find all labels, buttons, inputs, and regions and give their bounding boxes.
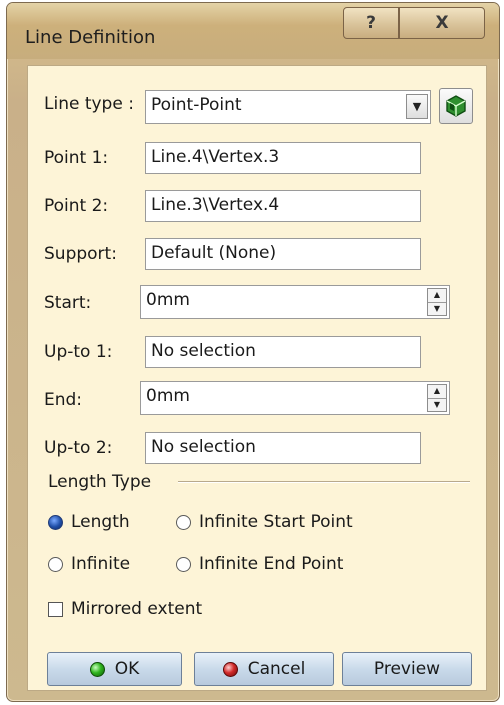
cube-icon: [446, 95, 466, 117]
radio-infinite-end[interactable]: Infinite End Point: [176, 554, 343, 574]
end-label: End:: [44, 390, 83, 410]
radio-infinite[interactable]: Infinite: [48, 554, 130, 574]
support-label: Support:: [44, 244, 117, 264]
ok-button[interactable]: OK: [47, 652, 182, 686]
line-type-label: Line type :: [44, 94, 134, 114]
preview-button[interactable]: Preview: [342, 652, 472, 686]
radio-icon[interactable]: [48, 556, 63, 572]
dialog-body: Line type : Point-Point ▼ Point 1: Line.…: [27, 65, 487, 691]
checkbox-icon[interactable]: [48, 601, 63, 617]
end-field[interactable]: 0mm ▲ ▼: [140, 381, 450, 415]
start-field[interactable]: 0mm ▲ ▼: [140, 285, 450, 319]
radio-infinite-start[interactable]: Infinite Start Point: [176, 512, 353, 532]
spin-down-icon[interactable]: ▼: [428, 303, 446, 316]
help-icon: ?: [366, 13, 376, 33]
upto2-field[interactable]: No selection: [145, 432, 421, 464]
radio-icon[interactable]: [176, 514, 191, 530]
support-field[interactable]: Default (None): [145, 238, 421, 270]
red-led-icon: [222, 661, 238, 677]
close-icon: X: [435, 13, 449, 33]
point1-label: Point 1:: [44, 148, 109, 168]
start-label: Start:: [44, 293, 92, 313]
point1-field[interactable]: Line.4\Vertex.3: [145, 142, 421, 174]
radio-icon[interactable]: [176, 556, 191, 572]
radio-selected-icon[interactable]: [48, 514, 63, 530]
upto2-label: Up-to 2:: [44, 438, 113, 458]
help-button[interactable]: ?: [343, 7, 399, 39]
cube-button[interactable]: [439, 88, 473, 124]
window-title: Line Definition: [25, 27, 156, 48]
start-spinner[interactable]: ▲ ▼: [427, 288, 447, 316]
spin-down-icon[interactable]: ▼: [428, 399, 446, 412]
line-type-select[interactable]: Point-Point ▼: [145, 90, 431, 124]
green-led-icon: [89, 661, 105, 677]
group-divider: [178, 481, 470, 483]
mirrored-extent-checkbox[interactable]: Mirrored extent: [48, 599, 202, 619]
end-spinner[interactable]: ▲ ▼: [427, 384, 447, 412]
spin-up-icon[interactable]: ▲: [428, 289, 446, 303]
radio-length[interactable]: Length: [48, 512, 130, 532]
dialog-window: Line Definition ? X Line type : Point-Po…: [6, 2, 500, 702]
close-button[interactable]: X: [399, 7, 485, 39]
title-bar[interactable]: Line Definition ? X: [7, 3, 499, 59]
upto1-label: Up-to 1:: [44, 342, 113, 362]
cancel-button[interactable]: Cancel: [194, 652, 334, 686]
line-type-value: Point-Point: [151, 95, 242, 115]
point2-label: Point 2:: [44, 196, 109, 216]
spin-up-icon[interactable]: ▲: [428, 385, 446, 399]
upto1-field[interactable]: No selection: [145, 336, 421, 368]
length-type-title: Length Type: [48, 472, 152, 492]
chevron-down-icon[interactable]: ▼: [406, 94, 428, 119]
point2-field[interactable]: Line.3\Vertex.4: [145, 190, 421, 222]
